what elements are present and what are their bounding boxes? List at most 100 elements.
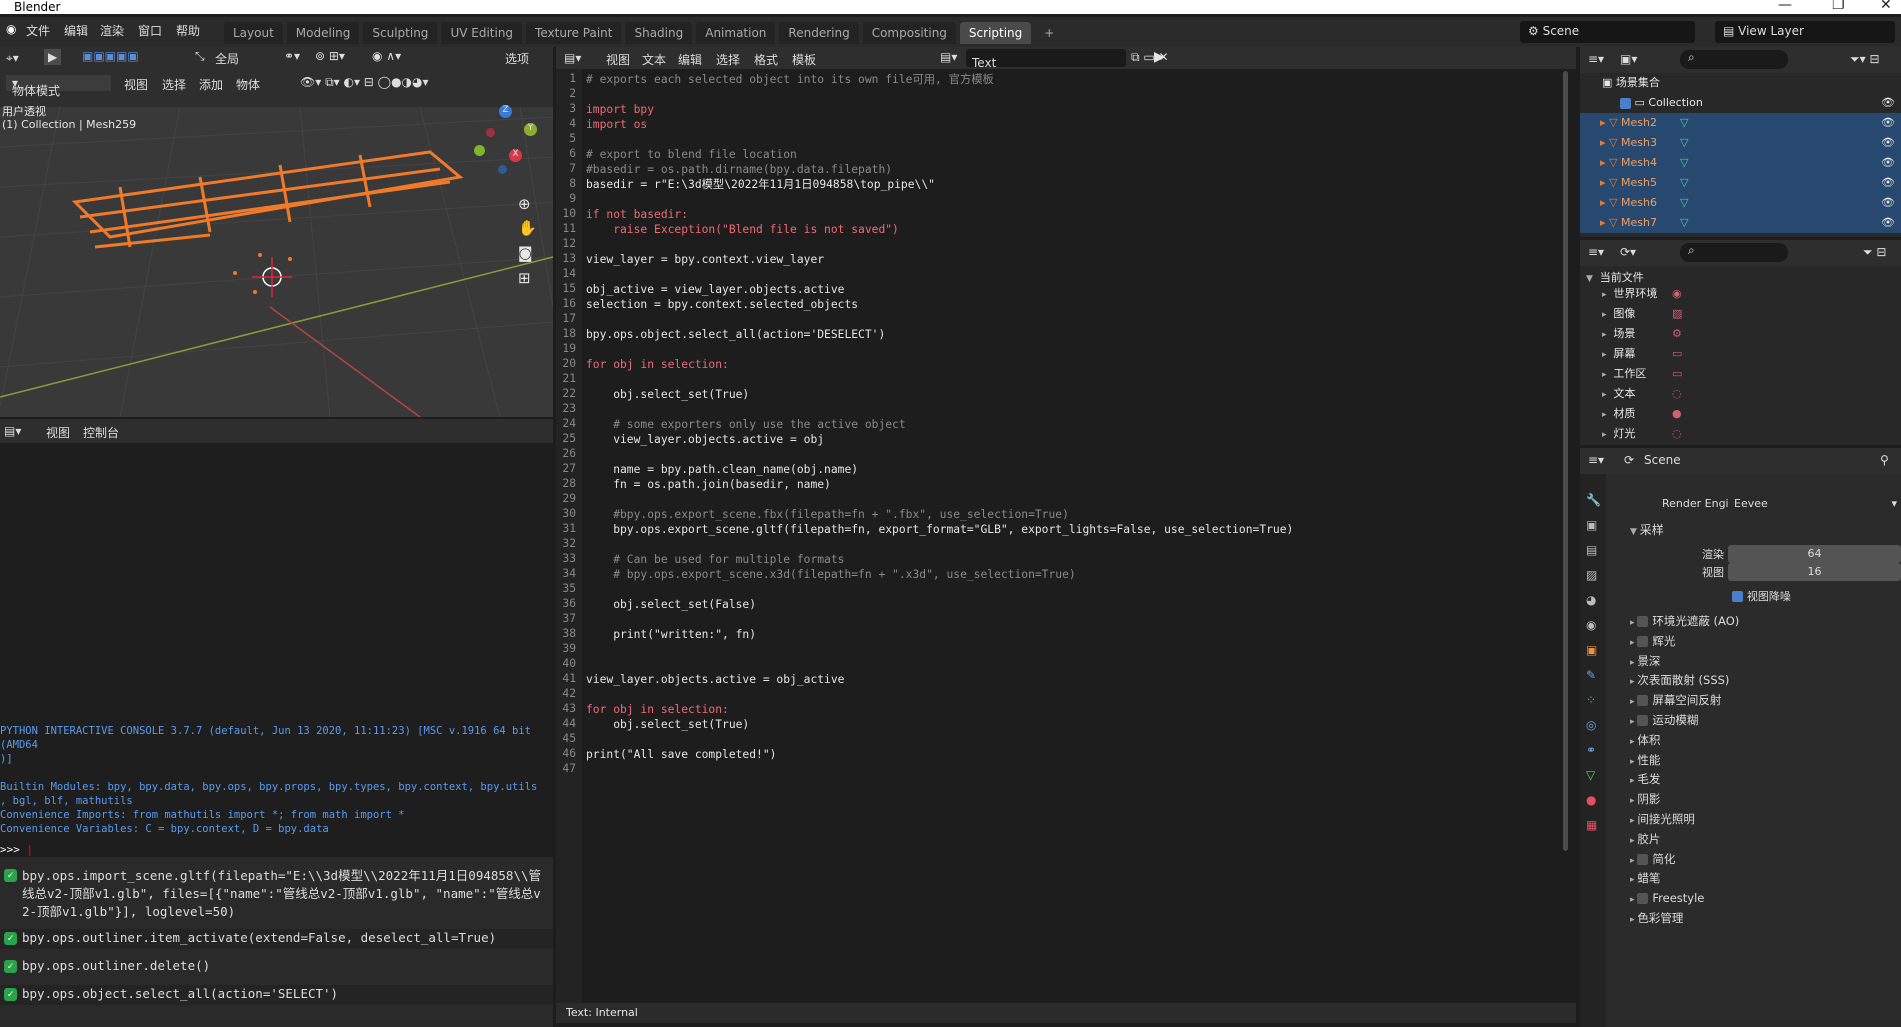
section-checkbox[interactable] xyxy=(1637,616,1649,627)
outliner-search-input[interactable]: ⌕ xyxy=(1680,50,1788,69)
info-row[interactable]: ✓ bpy.ops.outliner.delete() xyxy=(0,957,553,977)
expand-icon[interactable]: ▸ xyxy=(1580,816,1637,826)
scene-selector[interactable]: ⚙ Scene xyxy=(1520,21,1695,43)
minimize-icon[interactable]: — xyxy=(1778,0,1792,12)
code-line[interactable]: # some exporters only use the active obj… xyxy=(586,417,905,432)
text-scrollbar[interactable] xyxy=(1563,71,1568,851)
code-line[interactable]: view_layer = bpy.context.view_layer xyxy=(586,252,824,267)
eye-icon[interactable]: 👁 xyxy=(1881,133,1895,153)
menu-file[interactable]: 文件 xyxy=(26,22,50,39)
code-line[interactable]: name = bpy.path.clean_name(obj.name) xyxy=(586,462,858,477)
code-line[interactable]: import bpy xyxy=(586,102,654,117)
navigation-gizmo[interactable]: Z Y X xyxy=(474,105,540,185)
snap-icon[interactable]: ⊚ ⊞▾ xyxy=(315,49,345,63)
code-line[interactable]: #bpy.ops.export_scene.fbx(filepath=fn + … xyxy=(586,507,1069,522)
options-dropdown[interactable]: 选项 xyxy=(505,50,529,67)
eye-icon[interactable]: 👁 xyxy=(1881,193,1895,213)
code-line[interactable]: view_layer.objects.active = obj_active xyxy=(586,672,844,687)
code-line[interactable]: # Can be used for multiple formats xyxy=(586,552,844,567)
console-editor-type-icon[interactable]: ▤▾ xyxy=(4,424,21,438)
render-section[interactable]: ▸ 毛发 xyxy=(1580,769,1901,789)
render-section[interactable]: ▸ 屏幕空间反射 xyxy=(1580,690,1901,710)
filter-icon[interactable]: ⏷▾ ⊟ xyxy=(1850,52,1880,67)
code-line[interactable]: print("written:", fn) xyxy=(586,627,756,642)
render-section[interactable]: ▸ 运动模糊 xyxy=(1580,710,1901,730)
blender-file-browser[interactable]: ≡▾ ⟳▾ ⌕ ⏷ ⊟ ▼ 当前文件 ▸ 世界环境 ◉ ▸ 图像 ▨ ▸ 场景 ⚙ ▸ 屏幕… xyxy=(1580,240,1901,445)
info-row[interactable]: ✓ bpy.ops.object.select_all(action='SELE… xyxy=(0,985,553,1005)
select-mode-icons[interactable]: ▣▣▣▣▣ xyxy=(82,49,139,63)
text-menu-text[interactable]: 文本 xyxy=(642,51,666,68)
render-engine-dropdown[interactable]: Eevee ▾ xyxy=(1728,494,1901,514)
mesh-data-icon[interactable]: ▽ xyxy=(1680,153,1688,173)
browser-item-row[interactable]: ▸ 灯光 ◌ xyxy=(1580,424,1901,444)
mesh-data-icon[interactable]: ▽ xyxy=(1680,133,1688,153)
mesh-data-icon[interactable]: ▽ xyxy=(1680,113,1688,133)
render-samples-field[interactable]: 64 xyxy=(1728,545,1901,563)
info-row[interactable]: ✓ bpy.ops.outliner.item_activate(extend=… xyxy=(0,929,553,949)
text-menu-view[interactable]: 视图 xyxy=(606,51,630,68)
expand-icon[interactable]: ▸ xyxy=(1580,618,1637,628)
expand-icon[interactable]: ▸ xyxy=(1580,430,1609,440)
code-line[interactable]: obj.select_set(True) xyxy=(586,717,749,732)
render-section[interactable]: ▸ 体积 xyxy=(1580,730,1901,750)
text-editor[interactable]: ▤▾ 视图 文本 编辑 选择 格式 模板 ▤▾ Text ⧉ ▭ ✕ ▤▤▤ ▶… xyxy=(556,47,1576,1023)
section-checkbox[interactable] xyxy=(1637,635,1649,647)
text-menu-templates[interactable]: 模板 xyxy=(792,51,816,68)
pin-icon[interactable]: ⚲ xyxy=(1880,453,1889,467)
code-line[interactable]: # bpy.ops.export_scene.x3d(filepath=fn +… xyxy=(586,567,1076,582)
scene-collection-row[interactable]: ▣ 场景集合 xyxy=(1580,73,1901,93)
eye-icon[interactable]: 👁 xyxy=(1881,153,1895,173)
camera-icon[interactable]: ◙ xyxy=(518,244,533,262)
browser-item-row[interactable]: ▸ 材质 ● xyxy=(1580,404,1901,424)
mesh-data-icon[interactable]: ▽ xyxy=(1680,193,1688,213)
tab-uv-editing[interactable]: UV Editing xyxy=(441,22,523,44)
visibility-icon[interactable]: 👁▾ ⧉▾ ◐▾ ⊟ ◯●◑◕▾ xyxy=(300,75,429,90)
gizmo-x-icon[interactable]: X xyxy=(509,149,522,162)
gizmo-neg-y-icon[interactable] xyxy=(474,145,485,156)
mesh-data-icon[interactable]: ▽ xyxy=(1680,213,1688,233)
menu-render[interactable]: 渲染 xyxy=(100,22,124,39)
code-line[interactable]: import os xyxy=(586,117,647,132)
global-select[interactable]: 全局 xyxy=(215,50,239,67)
outliner-editor-type-icon[interactable]: ≡▾ xyxy=(1588,52,1604,66)
render-section[interactable]: ▸ 次表面散射 (SSS) xyxy=(1580,670,1901,690)
outliner-mesh-row[interactable]: ▸ ▽ Mesh6 ▽ 👁 xyxy=(1580,193,1901,213)
outliner-mesh-row[interactable]: ▸ ▽ Mesh7 ▽ 👁 xyxy=(1580,213,1901,233)
section-checkbox[interactable] xyxy=(1637,893,1649,905)
render-section[interactable]: ▸ 阴影 xyxy=(1580,789,1901,809)
collection-checkbox[interactable] xyxy=(1620,97,1631,109)
expand-icon[interactable]: ▸ xyxy=(1580,856,1637,866)
code-line[interactable]: obj.select_set(True) xyxy=(586,387,749,402)
expand-icon[interactable]: ▸ xyxy=(1580,310,1609,320)
tab-layout[interactable]: Layout xyxy=(224,22,283,44)
editor-type-icon[interactable]: ⌖▾ xyxy=(6,51,19,66)
sampling-section[interactable]: ▼ 采样 xyxy=(1580,520,1901,540)
mode-dropdown[interactable]: 物体模式 ▾ xyxy=(6,75,111,98)
add-workspace-icon[interactable]: + xyxy=(1035,22,1063,44)
viewport-denoise-checkbox[interactable] xyxy=(1732,591,1743,602)
gizmo-z-icon[interactable]: Z xyxy=(499,105,512,118)
eye-icon[interactable]: 👁 xyxy=(1881,93,1895,113)
expand-icon[interactable]: ▸ xyxy=(1580,796,1637,806)
tab-modeling[interactable]: Modeling xyxy=(286,22,360,44)
expand-icon[interactable]: ▸ xyxy=(1580,776,1637,786)
expand-icon[interactable]: ▸ xyxy=(1580,875,1637,885)
text-menu-select[interactable]: 选择 xyxy=(716,51,740,68)
expand-icon[interactable]: ▸ xyxy=(1580,677,1637,687)
render-section[interactable]: ▸ 景深 xyxy=(1580,651,1901,671)
render-section[interactable]: ▸ 色彩管理 xyxy=(1580,908,1901,928)
run-script-button[interactable]: ▶ xyxy=(1154,49,1165,65)
3d-viewport[interactable]: ⌖▾ ▶ ▣▣▣▣▣ ⤡ 全局 ⚭▾ ⊚ ⊞▾ ◉ ∧▾ 选项 物体模式 ▾ 视… xyxy=(0,47,553,417)
viewport-menu-object[interactable]: 物体 xyxy=(236,76,260,93)
tab-compositing[interactable]: Compositing xyxy=(862,22,956,44)
viewport-menu-view[interactable]: 视图 xyxy=(124,76,148,93)
render-section[interactable]: ▸ 辉光 xyxy=(1580,631,1901,651)
restore-icon[interactable]: ❐ xyxy=(1832,0,1845,12)
expand-icon[interactable]: ▸ xyxy=(1580,638,1637,648)
expand-icon[interactable]: ▸ xyxy=(1580,390,1609,400)
zoom-icon[interactable]: ⊕ xyxy=(518,195,531,213)
section-checkbox[interactable] xyxy=(1637,695,1649,707)
expand-icon[interactable]: ▸ xyxy=(1580,915,1637,925)
outliner[interactable]: ≡▾ ▣▾ ⌕ ⏷▾ ⊟ ▣ 场景集合 ▭ Collection 👁 ▸ ▽ Me… xyxy=(1580,47,1901,237)
render-section[interactable]: ▸ 蜡笔 xyxy=(1580,868,1901,888)
